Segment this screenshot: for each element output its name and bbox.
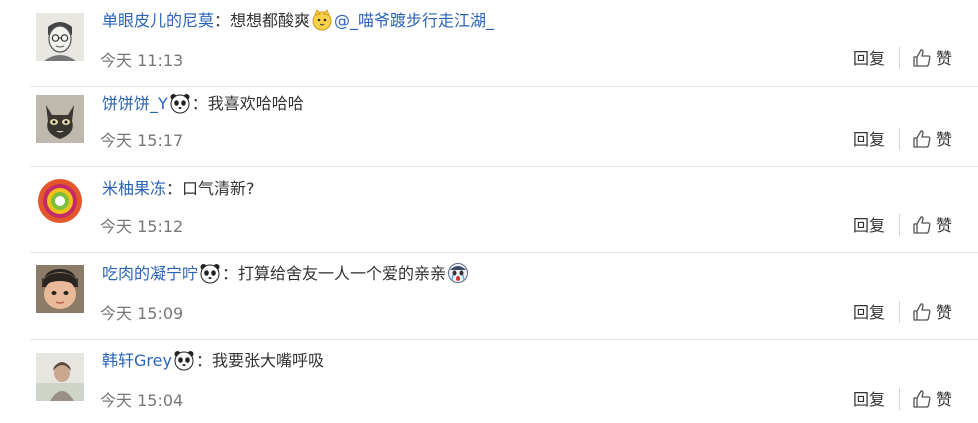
comment-timestamp: 今天 15:04 [100,391,184,410]
cat-emoji-icon [312,9,332,31]
comment-text-line: 单眼皮儿的尼莫：想想都酸爽 @_喵爷踱步行走江湖_ [102,9,495,31]
comment-text-line: 吃肉的凝宁咛 ：打算给舍友一人一个爱的亲亲 [102,261,470,287]
comment-timestamp: 今天 15:17 [100,131,184,150]
comment-username[interactable]: 韩轩Grey [102,351,172,370]
thumbs-up-icon [913,130,931,148]
comment-timestamp: 今天 15:12 [100,217,184,236]
user-avatar[interactable] [36,353,84,401]
comment-text-line: 韩轩Grey ：我要张大嘴呼吸 [102,351,324,371]
comment-username[interactable]: 吃肉的凝宁咛 [102,264,198,283]
comment-item: 单眼皮儿的尼莫：想想都酸爽 @_喵爷踱步行走江湖_ 今天 11:13 回复赞 [30,0,978,87]
reply-button[interactable]: 回复 [853,45,885,69]
user-avatar[interactable] [36,177,84,225]
like-button[interactable]: 赞 [912,299,952,323]
thumbs-up-icon [913,216,931,234]
comment-actions: 回复 赞 [853,299,952,323]
comment-username[interactable]: 饼饼饼_Y [102,94,168,113]
panda-emoji-icon [200,264,220,284]
comment-text: 口气清新? [182,179,255,198]
comment-actions: 回复 赞 [853,126,952,150]
comment-actions: 回复 赞 [853,212,952,236]
comment-item: 饼饼饼_Y ：我喜欢哈哈哈 今天 15:17 回复 赞 [30,87,978,167]
comment-username[interactable]: 米柚果冻 [102,179,166,198]
divider [898,47,900,69]
reply-button[interactable]: 回复 [853,212,885,236]
divider [898,214,900,236]
like-button[interactable]: 赞 [912,212,952,236]
divider [898,388,900,410]
comment-text: 我喜欢哈哈哈 [207,94,304,113]
comment-actions: 回复 赞 [853,45,952,69]
user-avatar[interactable] [36,95,84,143]
comment-item: 韩轩Grey ：我要张大嘴呼吸 今天 15:04 回复 赞 [30,340,978,423]
thumbs-up-icon [913,303,931,321]
like-button[interactable]: 赞 [912,386,952,410]
user-avatar[interactable] [36,265,84,313]
thumbs-up-icon [913,49,931,67]
mention-link[interactable]: @_喵爷踱步行走江湖_ [334,11,494,30]
like-button[interactable]: 赞 [912,126,952,150]
user-avatar[interactable] [36,13,84,61]
panda-emoji-icon [174,351,194,371]
divider [898,128,900,150]
comment-text-line: 米柚果冻：口气清新? [102,179,255,198]
divider [898,301,900,323]
like-button[interactable]: 赞 [912,45,952,69]
reply-button[interactable]: 回复 [853,386,885,410]
comment-text: 想想都酸爽 [230,11,311,30]
thumbs-up-icon [913,390,931,408]
comment-text: 我要张大嘴呼吸 [211,351,324,370]
reply-button[interactable]: 回复 [853,126,885,150]
comment-timestamp: 今天 11:13 [100,51,184,70]
panda-emoji-icon [170,94,190,114]
comment-timestamp: 今天 15:09 [100,304,184,323]
reply-button[interactable]: 回复 [853,299,885,323]
crying-face-emoji-icon [448,263,469,283]
comment-item: 吃肉的凝宁咛 ：打算给舍友一人一个爱的亲亲 今天 15:09 回复 赞 [30,253,978,340]
comment-item: 米柚果冻：口气清新? 今天 15:12 回复 赞 [30,167,978,253]
comment-text: 打算给舍友一人一个爱的亲亲 [238,264,447,283]
comment-actions: 回复 赞 [853,386,952,410]
comment-text-line: 饼饼饼_Y ：我喜欢哈哈哈 [102,94,304,114]
comment-username[interactable]: 单眼皮儿的尼莫 [102,11,214,30]
